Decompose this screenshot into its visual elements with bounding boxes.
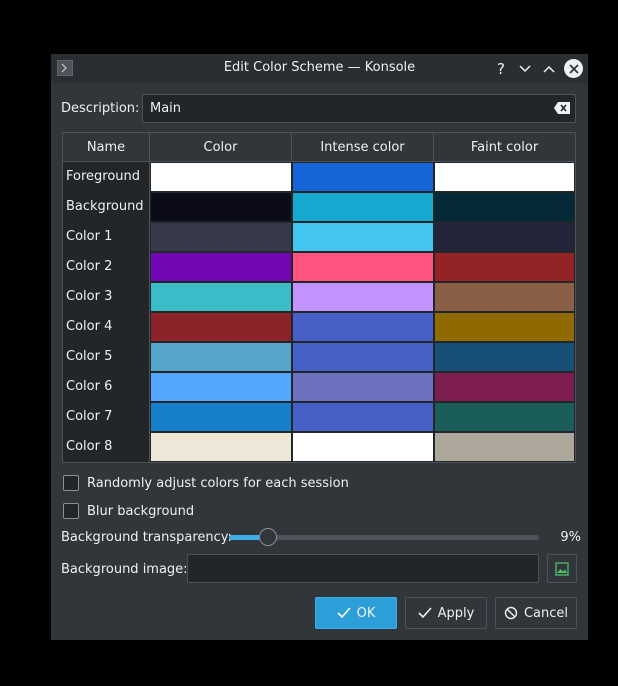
swatch-intense[interactable] [292, 312, 434, 342]
swatch-color[interactable] [150, 432, 292, 462]
swatch-faint[interactable] [434, 342, 575, 372]
help-icon[interactable]: ? [491, 59, 511, 79]
color-table: Name Color Intense color Faint color For… [62, 132, 576, 463]
header-name[interactable]: Name [63, 133, 150, 162]
row-name-cell: Color 3 [63, 282, 150, 312]
choose-image-button[interactable] [547, 554, 577, 583]
swatch-intense[interactable] [292, 282, 434, 312]
minimize-icon[interactable] [515, 59, 535, 79]
close-icon[interactable] [564, 59, 583, 78]
swatch-color[interactable] [150, 252, 292, 282]
swatch-intense[interactable] [292, 252, 434, 282]
header-color[interactable]: Color [150, 133, 292, 162]
cancel-label: Cancel [523, 605, 569, 621]
background-image-label: Background image: [61, 562, 188, 577]
header-intense-color[interactable]: Intense color [292, 133, 434, 162]
row-name-cell: Color 8 [63, 432, 150, 462]
swatch-color[interactable] [150, 192, 292, 222]
description-input[interactable]: Main [142, 94, 576, 123]
cancel-icon [504, 606, 518, 620]
transparency-slider-handle[interactable] [259, 528, 277, 546]
maximize-icon[interactable] [539, 59, 559, 79]
row-name-cell: Color 5 [63, 342, 150, 372]
swatch-faint[interactable] [434, 252, 575, 282]
title-bar[interactable]: Edit Color Scheme — Konsole ? [51, 54, 588, 83]
swatch-faint[interactable] [434, 432, 575, 462]
swatch-faint[interactable] [434, 222, 575, 252]
ok-label: OK [356, 605, 376, 621]
checkmark-icon [418, 607, 432, 619]
swatch-intense[interactable] [292, 432, 434, 462]
swatch-intense[interactable] [292, 162, 434, 192]
row-name-cell: Background [63, 192, 150, 222]
swatch-intense[interactable] [292, 192, 434, 222]
row-name-cell: Foreground [63, 162, 150, 192]
apply-label: Apply [437, 605, 475, 621]
swatch-color[interactable] [150, 162, 292, 192]
header-faint-color[interactable]: Faint color [434, 133, 575, 162]
blur-background-checkbox[interactable] [63, 503, 79, 519]
random-adjust-checkbox[interactable] [63, 475, 79, 491]
swatch-color[interactable] [150, 372, 292, 402]
row-name-cell: Color 6 [63, 372, 150, 402]
checkmark-icon [337, 607, 351, 619]
swatch-intense[interactable] [292, 372, 434, 402]
random-adjust-label: Randomly adjust colors for each session [87, 475, 349, 491]
cancel-button[interactable]: Cancel [495, 597, 577, 629]
swatch-color[interactable] [150, 402, 292, 432]
background-image-input[interactable] [187, 554, 539, 583]
row-name-cell: Color 1 [63, 222, 150, 252]
swatch-intense[interactable] [292, 222, 434, 252]
row-name-cell: Color 2 [63, 252, 150, 282]
ok-button[interactable]: OK [315, 597, 397, 629]
row-name-cell: Color 7 [63, 402, 150, 432]
swatch-color[interactable] [150, 312, 292, 342]
swatch-faint[interactable] [434, 282, 575, 312]
transparency-slider[interactable] [229, 528, 539, 546]
random-adjust-option[interactable]: Randomly adjust colors for each session [63, 475, 349, 491]
description-value: Main [150, 101, 182, 116]
row-name-cell: Color 4 [63, 312, 150, 342]
apply-button[interactable]: Apply [405, 597, 487, 629]
swatch-faint[interactable] [434, 372, 575, 402]
blur-background-option[interactable]: Blur background [63, 503, 194, 519]
swatch-color[interactable] [150, 282, 292, 312]
swatch-color[interactable] [150, 342, 292, 372]
edit-color-scheme-dialog: Edit Color Scheme — Konsole ? Descriptio… [51, 54, 588, 640]
image-icon [555, 561, 569, 576]
swatch-color[interactable] [150, 222, 292, 252]
blur-background-label: Blur background [87, 503, 195, 519]
clear-text-icon[interactable] [554, 102, 570, 118]
swatch-faint[interactable] [434, 162, 575, 192]
swatch-intense[interactable] [292, 342, 434, 372]
transparency-label: Background transparency: [61, 530, 232, 545]
swatch-faint[interactable] [434, 192, 575, 222]
description-label: Description: [61, 101, 140, 116]
transparency-value: 9% [560, 530, 581, 545]
swatch-faint[interactable] [434, 402, 575, 432]
swatch-intense[interactable] [292, 402, 434, 432]
swatch-faint[interactable] [434, 312, 575, 342]
